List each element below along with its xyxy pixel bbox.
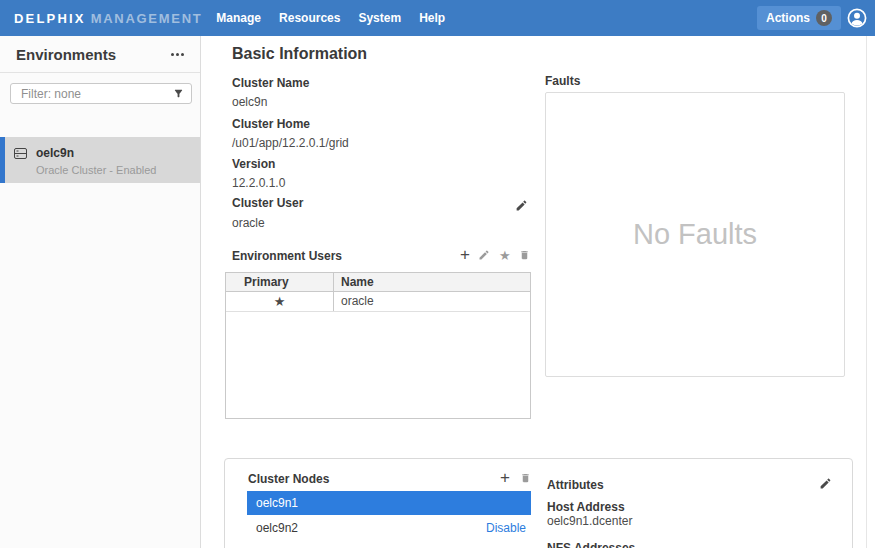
no-faults-text: No Faults bbox=[633, 218, 757, 251]
cluster-user-value: oracle bbox=[232, 216, 265, 230]
main-menu: Manage Resources System Help bbox=[216, 11, 445, 25]
actions-count-badge: 0 bbox=[816, 10, 832, 26]
menu-manage[interactable]: Manage bbox=[216, 11, 261, 25]
filter-input[interactable] bbox=[10, 83, 192, 104]
environment-users-title: Environment Users bbox=[232, 249, 342, 263]
user-name-cell: oracle bbox=[334, 292, 530, 311]
menu-resources[interactable]: Resources bbox=[279, 11, 340, 25]
cluster-user-label: Cluster User bbox=[232, 196, 303, 210]
cluster-icon bbox=[14, 148, 27, 159]
cluster-name-label: Cluster Name bbox=[232, 76, 309, 90]
cluster-name-value: oelc9n bbox=[232, 95, 267, 109]
environment-text: oelc9n Oracle Cluster - Enabled bbox=[36, 146, 156, 176]
host-address-value: oelc9n1.dcenter bbox=[547, 514, 632, 528]
table-header: Primary Name bbox=[226, 273, 530, 292]
edit-attributes-icon[interactable] bbox=[819, 477, 832, 490]
sidebar-header: Environments bbox=[0, 36, 200, 73]
node-row-selected[interactable]: oelc9n1 bbox=[247, 491, 531, 515]
faults-panel: No Faults bbox=[545, 92, 845, 377]
add-user-icon[interactable]: + bbox=[460, 248, 470, 262]
actions-label: Actions bbox=[766, 11, 810, 25]
set-primary-star-icon[interactable]: ★ bbox=[499, 248, 511, 263]
version-value: 12.2.0.1.0 bbox=[232, 176, 285, 190]
nfs-addresses-label: NFS Addresses bbox=[547, 541, 635, 548]
menu-system[interactable]: System bbox=[358, 11, 401, 25]
top-navbar: DELPHIX MANAGEMENT Manage Resources Syste… bbox=[0, 0, 875, 36]
brand-primary: DELPHIX bbox=[14, 11, 86, 26]
column-header-name: Name bbox=[334, 273, 530, 291]
page: DELPHIX MANAGEMENT Manage Resources Syste… bbox=[0, 0, 875, 548]
sidebar-title: Environments bbox=[16, 46, 116, 63]
user-avatar-icon[interactable] bbox=[847, 8, 867, 28]
cluster-home-value: /u01/app/12.2.0.1/grid bbox=[232, 136, 349, 150]
node-row[interactable]: oelc9n2 Disable bbox=[247, 515, 531, 541]
content-right-divider bbox=[866, 36, 867, 548]
delete-node-icon[interactable] bbox=[520, 472, 531, 484]
node-name: oelc9n2 bbox=[256, 515, 298, 541]
cluster-nodes-toolbar: + bbox=[500, 470, 531, 486]
disable-node-link[interactable]: Disable bbox=[486, 515, 531, 541]
actions-button[interactable]: Actions 0 bbox=[757, 6, 841, 30]
host-address-label: Host Address bbox=[547, 500, 625, 514]
edit-user-icon[interactable] bbox=[478, 249, 490, 261]
environment-users-toolbar: + ★ bbox=[460, 247, 530, 263]
environment-description: Oracle Cluster - Enabled bbox=[36, 164, 156, 176]
delete-user-icon[interactable] bbox=[519, 249, 530, 261]
menu-help[interactable]: Help bbox=[419, 11, 445, 25]
environments-sidebar: Environments oelc9n Oracle Cluster - Ena… bbox=[0, 36, 201, 548]
attributes-title: Attributes bbox=[547, 478, 604, 492]
filter-funnel-icon[interactable] bbox=[173, 88, 184, 99]
cluster-home-label: Cluster Home bbox=[232, 117, 310, 131]
filter-container bbox=[10, 83, 192, 104]
environment-users-table: Primary Name ★ oracle bbox=[225, 272, 531, 419]
cluster-nodes-title: Cluster Nodes bbox=[248, 472, 329, 486]
edit-cluster-user-icon[interactable] bbox=[515, 199, 528, 212]
page-title: Basic Information bbox=[232, 45, 367, 63]
brand-logo[interactable]: DELPHIX MANAGEMENT bbox=[14, 11, 202, 26]
environment-name: oelc9n bbox=[36, 146, 156, 160]
add-node-icon[interactable]: + bbox=[500, 471, 510, 485]
selected-indicator bbox=[0, 137, 5, 183]
environment-list-item[interactable]: oelc9n Oracle Cluster - Enabled bbox=[0, 137, 200, 183]
cluster-nodes-card: Cluster Nodes + oelc9n1 oelc9n2 Disable … bbox=[224, 458, 853, 548]
more-options-icon[interactable] bbox=[171, 49, 184, 60]
main-content: Basic Information Cluster Name oelc9n Cl… bbox=[201, 36, 875, 548]
faults-title: Faults bbox=[545, 74, 580, 88]
column-header-primary: Primary bbox=[226, 273, 334, 291]
brand-secondary: MANAGEMENT bbox=[91, 11, 203, 26]
navbar-right: Actions 0 bbox=[757, 6, 875, 30]
table-row[interactable]: ★ oracle bbox=[226, 292, 530, 312]
version-label: Version bbox=[232, 157, 275, 171]
primary-star-icon: ★ bbox=[226, 292, 334, 311]
